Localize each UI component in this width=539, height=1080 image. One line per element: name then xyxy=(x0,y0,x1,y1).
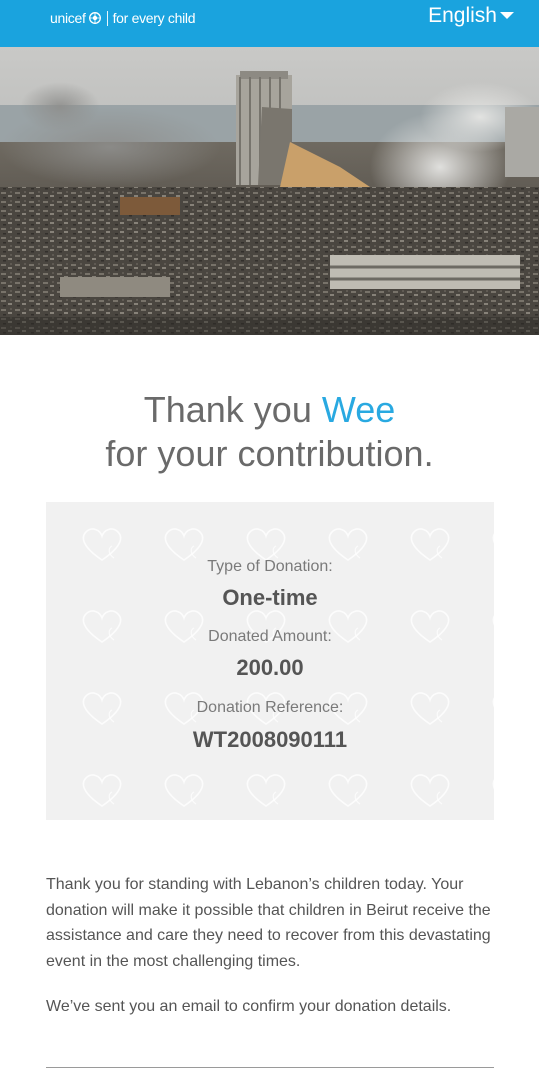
email-confirmation-note: We’ve sent you an email to confirm your … xyxy=(46,998,452,1015)
donation-reference-value: WT2008090111 xyxy=(192,727,348,752)
unicef-globe-icon xyxy=(88,12,101,24)
caret-down-icon[interactable] xyxy=(500,12,514,19)
thank-you-line1: Thank you Wee xyxy=(0,388,539,432)
logo-tagline: for every child xyxy=(112,10,196,26)
thank-you-heading: Thank you Wee for your contribution. xyxy=(0,388,539,476)
donor-name: Wee xyxy=(321,389,396,430)
grain-silo-building xyxy=(236,71,292,185)
donation-reference-label: Donation Reference: xyxy=(196,699,344,716)
hero-image xyxy=(0,47,539,335)
thank-you-line2: for your contribution. xyxy=(105,433,434,474)
thank-you-message: Thank you for standing with Lebanon’s ch… xyxy=(46,876,491,970)
unicef-logo[interactable]: unicef for every child xyxy=(50,9,196,27)
logo-brand: unicef xyxy=(50,10,86,26)
donation-type-value: One-time xyxy=(222,585,318,610)
donation-summary-card: Type of Donation: One-time Donated Amoun… xyxy=(46,502,494,820)
thank-you-text: Thank you xyxy=(143,389,312,430)
explosion-aftermath-photo xyxy=(0,47,539,335)
donated-amount-value: 200.00 xyxy=(236,655,304,680)
logo-separator xyxy=(106,10,108,26)
top-header: unicef for every child English xyxy=(0,0,539,47)
divider xyxy=(46,1067,494,1068)
language-selector[interactable]: English xyxy=(428,3,497,29)
donation-type-label: Type of Donation: xyxy=(207,558,333,575)
donated-amount-label: Donated Amount: xyxy=(208,628,332,645)
